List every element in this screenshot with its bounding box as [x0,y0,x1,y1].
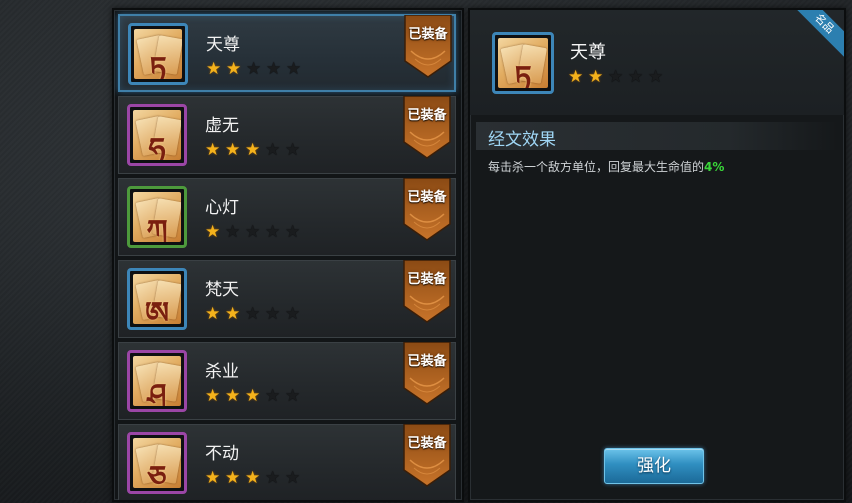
star-filled-icon: ★ [205,468,221,488]
star-empty-icon: ★ [225,222,241,242]
star-rating: ★ ★ ★ ★ ★ [206,61,303,78]
star-filled-icon: ★ [245,386,261,406]
scripture-row[interactable]: ཀ 心灯 ★ ★ ★ ★ ★ 已装备 [118,178,456,256]
star-filled-icon: ★ [206,59,222,79]
equipped-badge: 已装备 [402,178,452,242]
star-filled-icon: ★ [245,468,261,488]
star-empty-icon: ★ [265,468,281,488]
sanskrit-glyph-icon: ཀ [146,214,168,242]
equipped-label: 已装备 [407,108,447,123]
equipped-badge: 已装备 [402,424,452,488]
equipped-badge: 已装备 [402,96,452,160]
star-filled-icon: ★ [205,222,221,242]
effect-section-header: 经文效果 [476,122,838,150]
sanskrit-glyph-icon: ཧ [148,132,166,160]
sanskrit-glyph-icon: ཨ [144,296,170,324]
star-filled-icon: ★ [245,140,261,160]
scripture-row[interactable]: ཨ 梵天 ★ ★ ★ ★ ★ 已装备 [118,260,456,338]
star-empty-icon: ★ [285,222,301,242]
star-rating: ★ ★ ★ ★ ★ [205,142,302,159]
star-rating: ★ ★ ★ ★ ★ [205,470,302,487]
star-empty-icon: ★ [285,468,301,488]
equipped-label: 已装备 [408,27,448,42]
sanskrit-glyph-icon: ཤ [147,378,167,406]
star-empty-icon: ★ [245,222,261,242]
star-empty-icon: ★ [285,304,301,324]
scripture-name: 不动 [205,444,239,464]
scripture-name: 杀业 [205,362,239,382]
quality-tag: 名品 [789,10,844,59]
star-filled-icon: ★ [225,386,241,406]
star-empty-icon: ★ [648,67,664,87]
star-filled-icon: ★ [225,140,241,160]
star-empty-icon: ★ [285,386,301,406]
star-empty-icon: ★ [628,67,644,87]
scripture-list[interactable]: ཏ 天尊 ★ ★ ★ ★ ★ 已装备 ཧ 虚无 ★ ★ ★ ★ ★ 已装备 ཀ 心灯 ★ ★ ★ ★ ★ 已装备 ཨ… [112,8,464,502]
star-empty-icon: ★ [608,67,624,87]
star-filled-icon: ★ [568,67,584,87]
scripture-row[interactable]: ཏ 天尊 ★ ★ ★ ★ ★ 已装备 [118,14,456,92]
star-filled-icon: ★ [588,67,604,87]
star-empty-icon: ★ [286,59,302,79]
scripture-name: 天尊 [206,35,240,55]
sanskrit-glyph-icon: ཏ [149,51,167,79]
star-empty-icon: ★ [265,386,281,406]
equipped-label: 已装备 [407,272,447,287]
scripture-icon: ཏ [128,23,188,85]
scripture-icon: ཨ [127,268,187,330]
scripture-icon: ཅ [127,432,187,494]
enhance-button[interactable]: 强化 [604,448,704,484]
star-empty-icon: ★ [285,140,301,160]
effect-value: 4% [704,160,725,174]
effect-text: 每击杀一个敌方单位，回复最大生命值的 [488,160,705,174]
star-rating: ★ ★ ★ ★ ★ [205,224,302,241]
star-filled-icon: ★ [226,59,242,79]
detail-title: 天尊 [570,42,606,63]
detail-scripture-icon: ཏ [492,32,554,94]
equipped-label: 已装备 [407,436,447,451]
star-rating: ★ ★ ★ ★ ★ [205,306,302,323]
scripture-icon: ཤ [127,350,187,412]
star-empty-icon: ★ [265,222,281,242]
equipped-label: 已装备 [407,354,447,369]
scripture-row[interactable]: ཧ 虚无 ★ ★ ★ ★ ★ 已装备 [118,96,456,174]
star-empty-icon: ★ [265,304,281,324]
star-filled-icon: ★ [205,140,221,160]
equipped-badge: 已装备 [402,260,452,324]
scripture-name: 虚无 [205,116,239,136]
star-empty-icon: ★ [266,59,282,79]
equipped-label: 已装备 [407,190,447,205]
effect-description: 每击杀一个敌方单位，回复最大生命值的4% [488,158,724,175]
sanskrit-glyph-icon: ཅ [147,460,167,488]
star-empty-icon: ★ [245,304,261,324]
detail-header: ཏ 天尊 ★ ★ ★ ★ ★ 名品 [470,10,844,115]
scripture-row[interactable]: ཤ 杀业 ★ ★ ★ ★ ★ 已装备 [118,342,456,420]
detail-panel: ཏ 天尊 ★ ★ ★ ★ ★ 名品 经文效果 每击杀一个敌方单位，回复最大生命值的4% … [468,8,846,502]
scripture-row[interactable]: ཅ 不动 ★ ★ ★ ★ ★ 已装备 [118,424,456,500]
equipped-badge: 已装备 [403,15,453,79]
scripture-name: 心灯 [205,198,239,218]
scripture-name: 梵天 [205,280,239,300]
star-rating: ★ ★ ★ ★ ★ [205,388,302,405]
detail-star-rating: ★ ★ ★ ★ ★ [568,69,665,86]
star-filled-icon: ★ [225,468,241,488]
scripture-icon: ཀ [127,186,187,248]
section-title: 经文效果 [488,130,556,150]
equipped-badge: 已装备 [402,342,452,406]
star-filled-icon: ★ [205,304,221,324]
star-empty-icon: ★ [265,140,281,160]
star-filled-icon: ★ [205,386,221,406]
scripture-icon: ཧ [127,104,187,166]
star-empty-icon: ★ [246,59,262,79]
sanskrit-glyph-icon: ཏ [514,60,532,88]
star-filled-icon: ★ [225,304,241,324]
